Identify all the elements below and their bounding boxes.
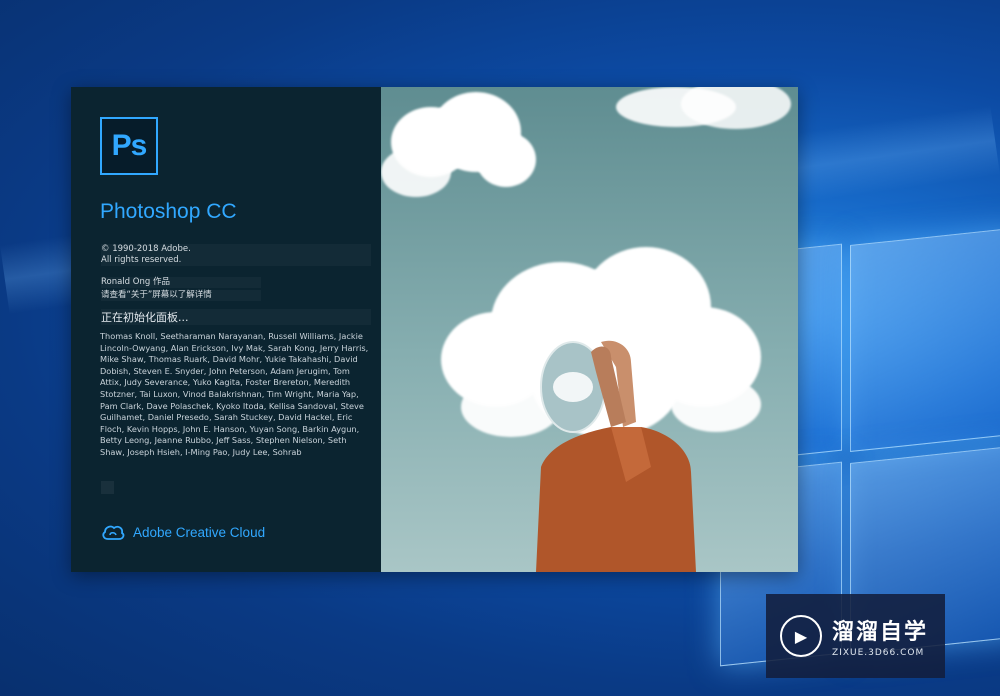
splash-artwork (381, 87, 798, 572)
play-logo-icon: ▶ (780, 615, 822, 657)
credits-text: Thomas Knoll, Seetharaman Narayanan, Rus… (100, 331, 369, 457)
copyright-line-1: © 1990-2018 Adobe. (101, 244, 371, 255)
watermark-text: 溜溜自学 (832, 620, 929, 645)
site-watermark: ▶ 溜溜自学 ZIXUE.3D66.COM (766, 594, 945, 678)
person-with-mirror (536, 340, 696, 572)
loading-status: 正在初始化面板... (101, 309, 371, 325)
copyright-line-2: All rights reserved. (101, 255, 371, 266)
splash-info-panel: Ps Photoshop CC © 1990-2018 Adobe. All r… (71, 87, 381, 572)
progress-square (101, 481, 114, 494)
product-name: Photoshop CC (100, 200, 237, 223)
artwork-credit: Ronald Ong 作品 (101, 277, 261, 288)
creative-cloud-label: Adobe Creative Cloud (133, 524, 266, 540)
creative-cloud-icon (102, 525, 125, 540)
photoshop-logo-icon: Ps (100, 117, 158, 175)
about-hint: 请查看“关于”屏幕以了解详情 (101, 290, 261, 301)
creative-cloud-brand: Adobe Creative Cloud (101, 523, 265, 541)
photoshop-splash-screen: Ps Photoshop CC © 1990-2018 Adobe. All r… (71, 87, 798, 572)
watermark-url: ZIXUE.3D66.COM (832, 648, 925, 658)
